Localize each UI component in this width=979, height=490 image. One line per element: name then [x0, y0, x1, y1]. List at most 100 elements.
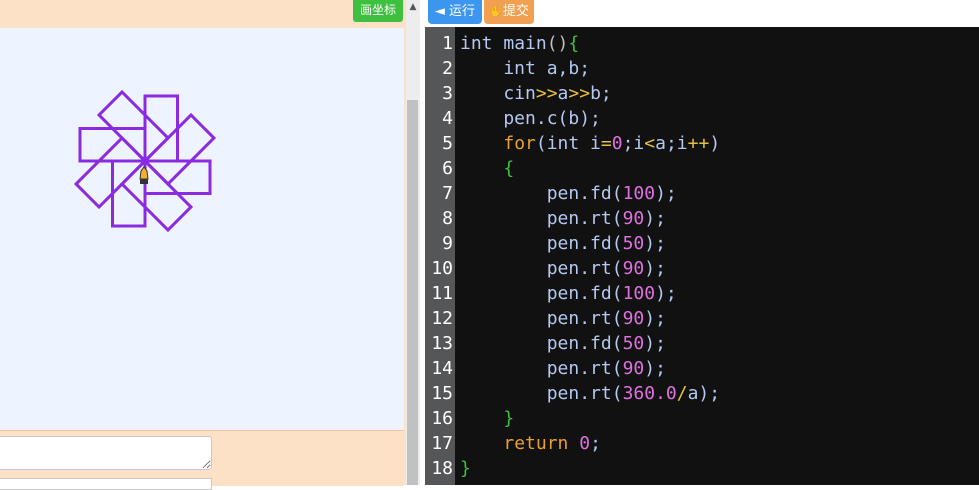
- code-text[interactable]: }: [460, 406, 514, 431]
- code-token: ;i: [622, 133, 645, 154]
- line-number: 12: [431, 308, 453, 329]
- code-line[interactable]: 4 pen.c(b);: [425, 106, 979, 131]
- code-token: (int i: [535, 133, 601, 154]
- code-token: {: [568, 33, 580, 54]
- code-token: 100: [622, 283, 656, 304]
- code-line[interactable]: 7 pen.fd(100);: [425, 181, 979, 206]
- code-token: 50: [622, 233, 645, 254]
- code-token: );: [644, 308, 666, 329]
- code-text[interactable]: pen.rt(90);: [460, 356, 666, 381]
- turtle-square: [78, 127, 147, 163]
- submit-button[interactable]: ✋提交: [484, 0, 534, 24]
- code-line[interactable]: 9 pen.fd(50);: [425, 231, 979, 256]
- line-number: 16: [431, 408, 453, 429]
- code-token: =: [600, 133, 612, 154]
- code-text[interactable]: return 0;: [460, 431, 601, 456]
- code-token: ++: [687, 133, 710, 154]
- code-text[interactable]: }: [460, 456, 471, 481]
- code-token: (): [546, 33, 569, 54]
- code-line[interactable]: 2 int a,b;: [425, 56, 979, 81]
- drawing-canvas[interactable]: [0, 28, 404, 430]
- code-token: );: [644, 258, 666, 279]
- line-number: 7: [442, 183, 453, 204]
- code-line[interactable]: 1 int main(){: [425, 31, 979, 56]
- code-token: >>: [568, 83, 591, 104]
- code-text[interactable]: int main(){: [460, 31, 579, 56]
- code-token: a;i: [655, 133, 688, 154]
- code-token: pen.fd(: [460, 183, 623, 204]
- code-lines[interactable]: 1 int main(){2 int a,b; 3 cin>>a>>b; 4 pen.…: [425, 31, 979, 481]
- code-token: for: [503, 133, 536, 154]
- code-token: }: [460, 458, 471, 479]
- code-token: 90: [622, 308, 645, 329]
- turtle-path-shape: [73, 89, 217, 233]
- code-text[interactable]: pen.c(b);: [460, 106, 601, 131]
- code-token: );: [644, 358, 666, 379]
- code-token: /: [676, 383, 688, 404]
- code-line[interactable]: 16 }: [425, 406, 979, 431]
- code-token: ;: [590, 433, 601, 454]
- code-token: pen.rt(: [460, 208, 623, 229]
- code-line[interactable]: 10 pen.rt(90);: [425, 256, 979, 281]
- code-token: 90: [622, 258, 645, 279]
- stdin-input[interactable]: [0, 436, 212, 470]
- code-text[interactable]: pen.rt(90);: [460, 256, 666, 281]
- code-token: cin: [460, 83, 536, 104]
- code-token: 360.0: [622, 383, 677, 404]
- thumb-up-icon: ✋: [489, 5, 503, 18]
- scroll-up-arrow-icon[interactable]: ▲: [406, 0, 420, 14]
- code-text[interactable]: pen.fd(100);: [460, 281, 677, 306]
- line-number: 14: [431, 358, 453, 379]
- code-line[interactable]: 18}: [425, 456, 979, 481]
- code-token: 0: [611, 133, 623, 154]
- code-text[interactable]: pen.fd(100);: [460, 181, 677, 206]
- code-token: ): [709, 133, 721, 154]
- code-text[interactable]: {: [460, 156, 514, 181]
- code-line[interactable]: 6 {: [425, 156, 979, 181]
- line-number: 5: [442, 133, 453, 154]
- turtle-square: [143, 159, 212, 195]
- code-token: pen.rt(: [460, 383, 623, 404]
- code-line[interactable]: 11 pen.fd(100);: [425, 281, 979, 306]
- draw-axes-button[interactable]: 画坐标: [353, 0, 403, 22]
- code-token: );: [644, 208, 666, 229]
- code-line[interactable]: 13 pen.fd(50);: [425, 331, 979, 356]
- code-text[interactable]: pen.fd(50);: [460, 231, 666, 256]
- code-text[interactable]: cin>>a>>b;: [460, 81, 612, 106]
- code-token: }: [503, 408, 515, 429]
- line-number: 8: [442, 208, 453, 229]
- line-number: 2: [442, 58, 453, 79]
- code-token: 0: [579, 433, 591, 454]
- code-token: b;: [590, 83, 612, 104]
- code-text[interactable]: pen.fd(50);: [460, 331, 666, 356]
- code-text[interactable]: pen.rt(90);: [460, 206, 666, 231]
- line-number: 10: [431, 258, 453, 279]
- code-token: );: [655, 183, 677, 204]
- output-field[interactable]: [0, 478, 212, 490]
- scrollbar-thumb[interactable]: [407, 100, 418, 485]
- code-token: return: [503, 433, 580, 454]
- run-button[interactable]: ◄ 运行: [428, 0, 482, 24]
- code-token: pen.rt(: [460, 358, 623, 379]
- line-number: 11: [431, 283, 453, 304]
- code-text[interactable]: int a,b;: [460, 56, 590, 81]
- code-line[interactable]: 3 cin>>a>>b;: [425, 81, 979, 106]
- code-text[interactable]: pen.rt(360.0/a);: [460, 381, 720, 406]
- turtle-square: [143, 94, 179, 163]
- code-token: pen.rt(: [460, 308, 623, 329]
- code-text[interactable]: for(int i=0;i<a;i++): [460, 131, 720, 156]
- code-text[interactable]: pen.rt(90);: [460, 306, 666, 331]
- code-line[interactable]: 14 pen.rt(90);: [425, 356, 979, 381]
- code-token: pen.fd(: [460, 283, 623, 304]
- code-line[interactable]: 5 for(int i=0;i<a;i++): [425, 131, 979, 156]
- code-line[interactable]: 12 pen.rt(90);: [425, 306, 979, 331]
- code-token: main: [503, 33, 547, 54]
- code-line[interactable]: 15 pen.rt(360.0/a);: [425, 381, 979, 406]
- line-number: 4: [442, 108, 453, 129]
- code-token: >>: [535, 83, 558, 104]
- code-line[interactable]: 17 return 0;: [425, 431, 979, 456]
- turtle-panel-header: [0, 0, 406, 28]
- code-line[interactable]: 8 pen.rt(90);: [425, 206, 979, 231]
